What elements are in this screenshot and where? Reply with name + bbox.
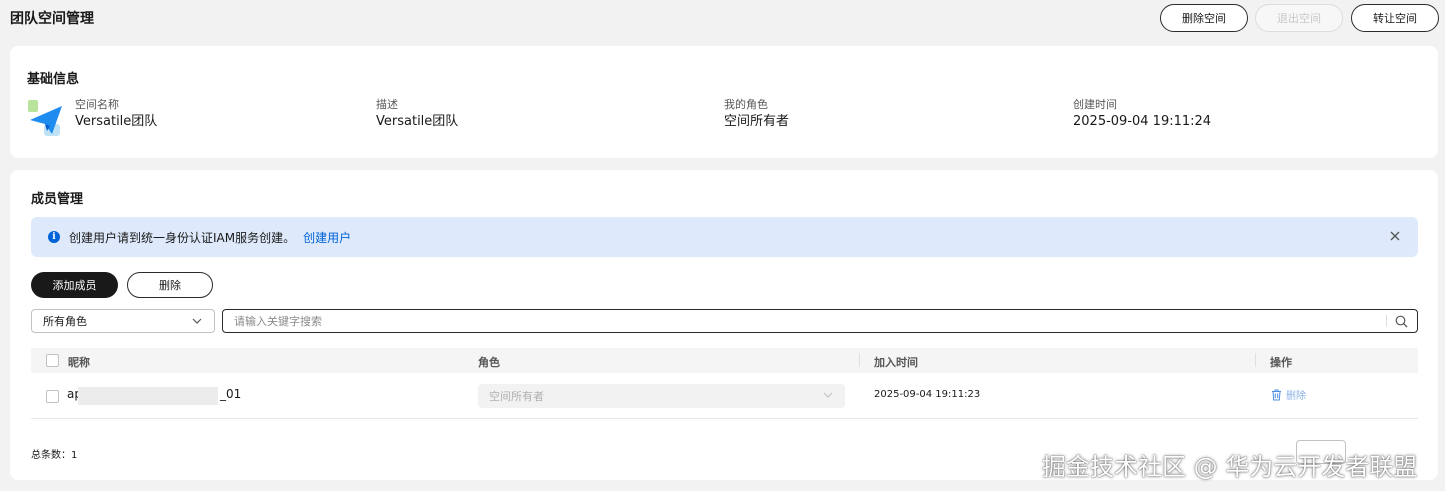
page-title: 团队空间管理 [10,11,94,27]
info-icon: i [48,231,60,243]
chevron-down-icon [823,392,833,398]
column-action: 操作 [1270,356,1292,369]
column-nickname: 昵称 [68,356,90,369]
transfer-space-button[interactable]: 转让空间 [1351,4,1439,32]
space-name-value: Versatile团队 [75,114,158,129]
nickname-suffix: _01 [220,387,242,401]
delete-space-button[interactable]: 删除空间 [1160,4,1248,32]
created-time-label: 创建时间 [1073,98,1117,111]
description-value: Versatile团队 [376,114,459,129]
search-box [222,309,1418,333]
trash-icon [1272,389,1281,400]
role-filter-value: 所有角色 [43,315,87,328]
search-input[interactable] [223,310,1387,332]
table-header: 昵称 角色 加入时间 操作 [31,348,1418,373]
chevron-down-icon [192,318,202,324]
delete-member-button[interactable]: 删除 [127,272,213,298]
role-filter-select[interactable]: 所有角色 [31,309,215,333]
member-management-title: 成员管理 [31,192,84,207]
basic-info-title: 基础信息 [27,72,80,87]
exit-space-button[interactable]: 退出空间 [1255,4,1343,32]
my-role-label: 我的角色 [724,98,768,111]
nickname-mask [78,387,218,405]
watermark-text: 掘金技术社区 @ 华为云开发者联盟 [1042,453,1418,481]
member-role-select: 空间所有者 [478,384,845,408]
space-name-label: 空间名称 [75,98,119,111]
join-time-value: 2025-09-04 19:11:23 [874,389,981,400]
my-role-value: 空间所有者 [724,114,790,129]
select-all-checkbox[interactable] [46,354,59,367]
column-divider [859,353,860,367]
description-label: 描述 [376,98,398,111]
page-header: 团队空间管理 删除空间 退出空间 转让空间 [10,4,1440,32]
column-join-time: 加入时间 [874,356,918,369]
search-divider [1386,315,1387,327]
space-name-field: 空间名称 Versatile团队 [75,98,157,131]
basic-info-card: 基础信息 空间名称 Versatile团队 描述 Versatile团队 我的角… [10,46,1438,158]
description-field: 描述 Versatile团队 [376,98,458,131]
total-label: 总条数： [31,450,71,461]
info-alert: i 创建用户请到统一身份认证IAM服务创建。 创建用户 [31,217,1418,257]
created-time-field: 创建时间 2025-09-04 19:11:24 [1073,98,1211,131]
created-time-value: 2025-09-04 19:11:24 [1073,114,1212,129]
row-delete-link[interactable]: 删除 [1271,387,1306,402]
space-logo-icon [28,100,62,136]
total-count: 总条数：1 [31,446,77,461]
alert-text: 创建用户请到统一身份认证IAM服务创建。 [69,230,296,245]
row-delete-label: 删除 [1286,391,1306,402]
close-icon[interactable] [1388,229,1402,243]
my-role-field: 我的角色 空间所有者 [724,98,789,131]
member-management-card: 成员管理 i 创建用户请到统一身份认证IAM服务创建。 创建用户 添加成员 删除… [10,170,1438,480]
add-member-button[interactable]: 添加成员 [31,272,118,298]
total-value: 1 [71,450,78,461]
row-checkbox[interactable] [46,390,59,403]
column-role: 角色 [478,356,500,369]
create-user-link[interactable]: 创建用户 [303,229,351,246]
search-icon[interactable] [1395,315,1408,328]
table-row: ap _01 空间所有者 2025-09-04 19:11:23 删除 [31,373,1418,419]
member-role-value: 空间所有者 [489,390,544,403]
column-divider [1255,353,1256,367]
